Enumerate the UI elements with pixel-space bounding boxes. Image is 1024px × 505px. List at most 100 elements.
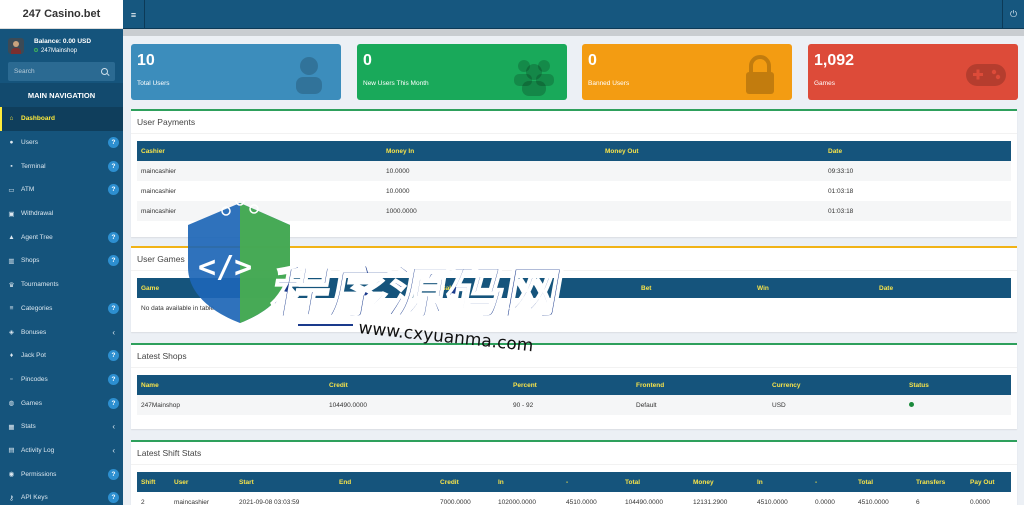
app-logo[interactable]: 247 Casino.bet [0, 0, 123, 29]
stat-total-users[interactable]: 10 Total Users [131, 44, 341, 100]
col-name[interactable]: Name [137, 375, 325, 395]
col-date[interactable]: Date [875, 278, 1011, 298]
table-row: maincashier 1000.0000 01:03:18 [137, 201, 1011, 221]
col-balance[interactable]: Balance [437, 278, 637, 298]
sidebar-item-api-keys[interactable]: ⚷ API Keys? [0, 486, 123, 505]
search-input[interactable] [14, 68, 94, 75]
col-status[interactable]: Status [905, 375, 1011, 395]
sidebar-item-shops[interactable]: ▥ Shops? [0, 249, 123, 273]
box-title: Latest Shops [131, 345, 1017, 368]
col-money-in[interactable]: Money In [382, 141, 601, 161]
col-date[interactable]: Date [824, 141, 1011, 161]
help-badge-icon[interactable]: ? [108, 492, 119, 504]
power-icon: ⏻ [1009, 9, 1018, 19]
help-badge-icon[interactable]: ? [108, 397, 119, 409]
cashier-link[interactable]: maincashier [137, 181, 382, 201]
help-badge-icon[interactable]: ? [108, 160, 119, 172]
sidebar-item-activity-log[interactable]: ▤ Activity Log ‹ [0, 439, 123, 463]
help-badge-icon[interactable]: ? [108, 231, 119, 243]
sidebar-item-terminal[interactable]: ▪ Terminal? [0, 154, 123, 178]
help-badge-icon[interactable]: ? [108, 137, 119, 149]
sidebar-item-agent-tree[interactable]: ▲ Agent Tree? [0, 225, 123, 249]
search-icon[interactable] [101, 67, 109, 76]
col-total-2[interactable]: Total [854, 472, 912, 492]
col-game[interactable]: Game [137, 278, 437, 298]
col-cashier[interactable]: Cashier [137, 141, 382, 161]
shop-link[interactable]: 247Mainshop [137, 395, 325, 415]
col-minus[interactable]: - [562, 472, 621, 492]
money-cell: 12131.2900 [693, 498, 728, 505]
money-out-cell [601, 161, 824, 181]
help-badge-icon[interactable]: ? [108, 350, 119, 362]
shift-stats-box: Latest Shift Stats Shift User Start End … [131, 440, 1017, 505]
stat-label: Banned Users [588, 80, 630, 87]
col-frontend[interactable]: Frontend [632, 375, 768, 395]
stat-new-users[interactable]: 0 New Users This Month [357, 44, 567, 100]
sidebar-item-label: Shops [21, 257, 40, 265]
help-badge-icon[interactable]: ? [108, 255, 119, 267]
cashier-link[interactable]: maincashier [137, 201, 382, 221]
stat-label: Total Users [137, 80, 170, 87]
sidebar-item-categories[interactable]: ≡ Categories? [0, 297, 123, 321]
logout-button[interactable]: ⏻ [1002, 0, 1024, 29]
withdrawal-icon: ▣ [8, 210, 15, 218]
col-transfers[interactable]: Transfers [912, 472, 966, 492]
col-in-2[interactable]: In [753, 472, 811, 492]
col-payout[interactable]: Pay Out [966, 472, 1011, 492]
col-win[interactable]: Win [753, 278, 875, 298]
sidebar-item-dashboard[interactable]: ⌂ Dashboard [0, 107, 123, 131]
table-header-row: Game Balance Bet Win Date [137, 278, 1011, 298]
col-start[interactable]: Start [235, 472, 335, 492]
user-icon [296, 57, 322, 94]
sidebar-item-label: Withdrawal [21, 210, 54, 218]
end-cell [335, 492, 436, 505]
col-in[interactable]: In [494, 472, 562, 492]
col-money-out[interactable]: Money Out [601, 141, 824, 161]
help-badge-icon[interactable]: ? [108, 302, 119, 314]
col-minus-2[interactable]: - [811, 472, 854, 492]
sidebar-item-games[interactable]: ◍ Games? [0, 391, 123, 415]
sidebar-item-jack-pot[interactable]: ♦ Jack Pot? [0, 344, 123, 368]
col-percent[interactable]: Percent [509, 375, 632, 395]
col-bet[interactable]: Bet [637, 278, 753, 298]
sidebar-item-stats[interactable]: ▦ Stats ‹ [0, 415, 123, 439]
col-end[interactable]: End [335, 472, 436, 492]
money-out-cell [601, 181, 824, 201]
latest-shops-box: Latest Shops Name Credit Percent Fronten… [131, 343, 1017, 429]
sidebar-item-bonuses[interactable]: ◈ Bonuses ‹ [0, 320, 123, 344]
help-badge-icon[interactable]: ? [108, 373, 119, 385]
games-table: Game Balance Bet Win Date No data availa… [137, 278, 1011, 318]
stat-value: 10 [137, 52, 155, 69]
help-badge-icon[interactable]: ? [108, 468, 119, 480]
sidebar-item-pincodes[interactable]: ▫ Pincodes? [0, 368, 123, 392]
sidebar-item-label: Dashboard [21, 115, 55, 123]
sidebar-item-atm[interactable]: ▭ ATM? [0, 178, 123, 202]
stat-games[interactable]: 1,092 Games [808, 44, 1018, 100]
credit-cell: 104490.0000 [325, 395, 509, 415]
sidebar-item-permissions[interactable]: ◉ Permissions? [0, 462, 123, 486]
frontend-cell: Default [632, 395, 768, 415]
box-title: User Payments [131, 111, 1017, 134]
stat-label: Games [814, 80, 835, 87]
minus-cell: 4510.0000 [566, 498, 597, 505]
stat-banned-users[interactable]: 0 Banned Users [582, 44, 792, 100]
col-credit[interactable]: Credit [325, 375, 509, 395]
col-total[interactable]: Total [621, 472, 689, 492]
menu-toggle-button[interactable]: ≡ [123, 0, 145, 29]
col-shift[interactable]: Shift [137, 472, 170, 492]
col-user[interactable]: User [170, 472, 235, 492]
help-badge-icon[interactable]: ? [108, 184, 119, 196]
status-cell [905, 395, 1011, 415]
activity-icon: ▤ [8, 447, 15, 455]
sidebar-item-users[interactable]: ● Users? [0, 131, 123, 155]
sidebar-item-tournaments[interactable]: ♛ Tournaments [0, 273, 123, 297]
sidebar-item-withdrawal[interactable]: ▣ Withdrawal [0, 202, 123, 226]
sidebar: 247 Casino.bet Balance: 0.00 USD 247Main… [0, 0, 123, 505]
col-currency[interactable]: Currency [768, 375, 905, 395]
chevron-left-icon: ‹ [112, 445, 115, 455]
permissions-icon: ◉ [8, 471, 15, 479]
lock-icon [746, 55, 774, 94]
cashier-link[interactable]: maincashier [137, 161, 382, 181]
col-money[interactable]: Money [689, 472, 753, 492]
col-credit[interactable]: Credit [436, 472, 494, 492]
